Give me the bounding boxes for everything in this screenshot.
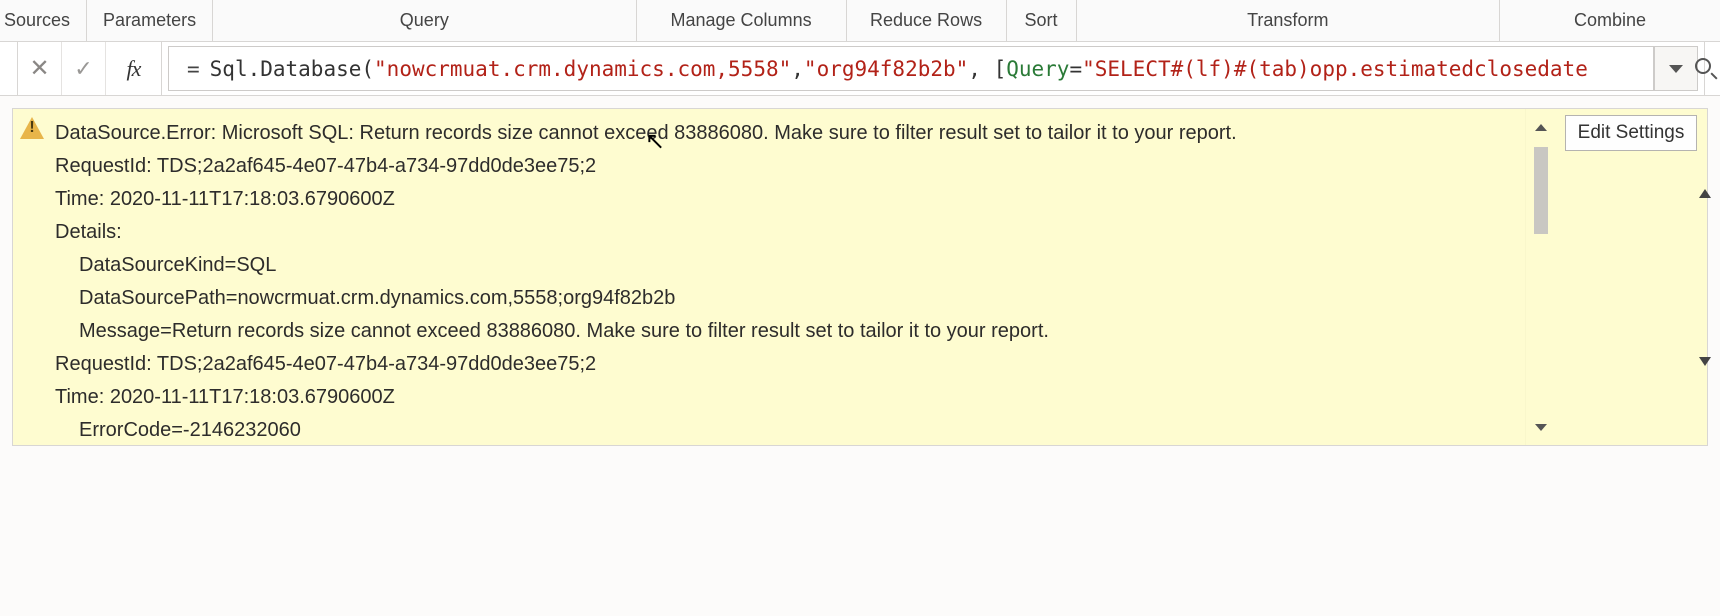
- ribbon-sort[interactable]: Sort: [1007, 0, 1077, 41]
- edit-settings-button[interactable]: Edit Settings: [1565, 115, 1698, 151]
- triangle-up-icon: [1699, 189, 1711, 198]
- chevron-down-icon: [1669, 65, 1683, 73]
- ribbon-manage-columns[interactable]: Manage Columns: [637, 0, 847, 41]
- error-line: Time: 2020-11-11T17:18:03.6790600Z: [55, 381, 1517, 414]
- fx-label: fx: [106, 42, 162, 95]
- error-line: DataSourceKind=SQL: [55, 249, 1517, 282]
- error-line: Time: 2020-11-11T17:18:03.6790600Z: [55, 183, 1517, 216]
- ribbon-reduce-rows[interactable]: Reduce Rows: [847, 0, 1007, 41]
- error-pane: ! DataSource.Error: Microsoft SQL: Retur…: [12, 108, 1708, 446]
- error-line: DataSourcePath=nowcrmuat.crm.dynamics.co…: [55, 282, 1517, 315]
- pane-resize-grips[interactable]: [1699, 109, 1713, 445]
- warning-icon: !: [20, 117, 44, 139]
- search-icon[interactable]: [1695, 58, 1717, 80]
- triangle-down-icon: [1699, 357, 1711, 366]
- ribbon-parameters[interactable]: Parameters: [87, 0, 213, 41]
- expand-formula-button[interactable]: [1654, 46, 1698, 91]
- error-scrollbar[interactable]: [1525, 109, 1555, 445]
- error-line: DataSource.Error: Microsoft SQL: Return …: [55, 117, 1517, 150]
- ribbon-combine[interactable]: Combine: [1500, 0, 1720, 41]
- ribbon-toolbar: Sources Parameters Query Manage Columns …: [0, 0, 1720, 42]
- scroll-thumb[interactable]: [1534, 147, 1548, 234]
- formula-input[interactable]: = Sql.Database( "nowcrmuat.crm.dynamics.…: [168, 46, 1654, 91]
- ribbon-transform[interactable]: Transform: [1077, 0, 1500, 41]
- scroll-up-icon[interactable]: [1526, 109, 1555, 145]
- error-line: Message=Return records size cannot excee…: [55, 315, 1517, 348]
- error-line: Details:: [55, 216, 1517, 249]
- cancel-icon[interactable]: ✕: [18, 42, 62, 95]
- ribbon-query[interactable]: Query: [213, 0, 636, 41]
- error-message[interactable]: DataSource.Error: Microsoft SQL: Return …: [51, 109, 1525, 445]
- error-line: ErrorCode=-2146232060: [55, 414, 1517, 445]
- error-line: RequestId: TDS;2a2af645-4e07-47b4-a734-9…: [55, 150, 1517, 183]
- accept-icon[interactable]: ✓: [62, 42, 106, 95]
- formula-bar: ✕ ✓ fx = Sql.Database( "nowcrmuat.crm.dy…: [0, 42, 1720, 96]
- scroll-down-icon[interactable]: [1526, 409, 1555, 445]
- ribbon-sources[interactable]: Sources: [0, 0, 87, 41]
- error-line: RequestId: TDS;2a2af645-4e07-47b4-a734-9…: [55, 348, 1517, 381]
